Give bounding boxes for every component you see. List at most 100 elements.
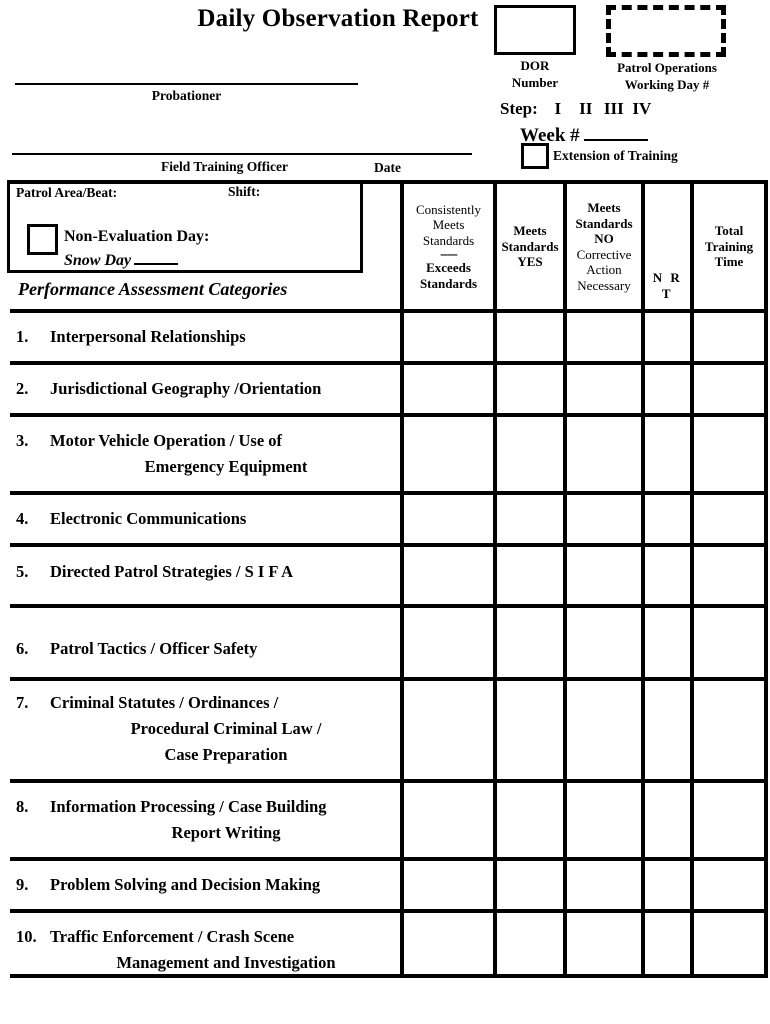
cell-r6-c5[interactable]: [694, 608, 764, 677]
row-5-number: 5.: [16, 562, 29, 581]
cell-r10-c4[interactable]: [645, 913, 690, 974]
row-1-number: 1.: [16, 327, 29, 346]
row-2-line-1: Jurisdictional Geography /Orientation: [50, 379, 322, 398]
cell-r5-c5[interactable]: [694, 547, 764, 604]
cell-r6-c2[interactable]: [497, 608, 563, 677]
cell-r4-c4[interactable]: [645, 495, 690, 543]
cell-r2-c3[interactable]: [567, 365, 641, 413]
cell-r3-c3[interactable]: [567, 417, 641, 491]
col4-line1: N R T: [652, 270, 683, 301]
cell-r9-c2[interactable]: [497, 861, 563, 909]
week-number-blank[interactable]: [583, 124, 648, 141]
cell-r3-c4[interactable]: [645, 417, 690, 491]
cell-r10-c3[interactable]: [567, 913, 641, 974]
step-option-ii[interactable]: II: [572, 99, 600, 119]
extension-of-training-label: Extension of Training: [553, 148, 678, 163]
cell-r8-c2[interactable]: [497, 783, 563, 857]
cell-r3-c1[interactable]: [404, 417, 493, 491]
dor-caption-line2: Number: [511, 75, 559, 90]
row-2-number: 2.: [16, 379, 29, 398]
cell-r7-c2[interactable]: [497, 681, 563, 779]
row-4-number: 4.: [16, 509, 29, 528]
row-3-line-1: Motor Vehicle Operation / Use of: [50, 431, 283, 450]
cell-r4-c5[interactable]: [694, 495, 764, 543]
table-row-3-label: 3. Motor Vehicle Operation / Use of Emerg…: [16, 428, 406, 480]
cell-r6-c3[interactable]: [567, 608, 641, 677]
cell-r8-c4[interactable]: [645, 783, 690, 857]
row-1-line-1: Interpersonal Relationships: [50, 327, 246, 346]
cell-r1-c1[interactable]: [404, 313, 493, 361]
cell-r10-c5[interactable]: [694, 913, 764, 974]
patrol-operations-working-day-box[interactable]: [606, 5, 726, 57]
field-training-officer-signature-line[interactable]: [12, 153, 472, 155]
col3-line1: Meets: [587, 200, 621, 215]
cell-r8-c3[interactable]: [567, 783, 641, 857]
row-6-line-1: Patrol Tactics / Officer Safety: [50, 639, 258, 658]
cell-r8-c5[interactable]: [694, 783, 764, 857]
cell-r10-c1[interactable]: [404, 913, 493, 974]
patrol-ops-caption-line1: Patrol Operations: [617, 60, 717, 75]
cell-r4-c3[interactable]: [567, 495, 641, 543]
col3-line5: Action: [586, 262, 622, 277]
cell-r7-c1[interactable]: [404, 681, 493, 779]
step-option-i[interactable]: I: [544, 99, 572, 119]
cell-r9-c4[interactable]: [645, 861, 690, 909]
row-10-line-2: Management and Investigation: [116, 953, 336, 972]
col5-line3: Time: [714, 254, 744, 270]
table-row-9-label: 9. Problem Solving and Decision Making: [16, 872, 406, 898]
cell-r8-c1[interactable]: [404, 783, 493, 857]
cell-r4-c1[interactable]: [404, 495, 493, 543]
cell-r3-c5[interactable]: [694, 417, 764, 491]
step-option-iii[interactable]: III: [600, 99, 628, 119]
dor-number-box[interactable]: [494, 5, 576, 55]
cell-r5-c1[interactable]: [404, 547, 493, 604]
column-header-meets-standards-no-corrective-action: Meets Standards NO Corrective Action Nec…: [567, 184, 641, 309]
cell-r6-c1[interactable]: [404, 608, 493, 677]
cell-r9-c5[interactable]: [694, 861, 764, 909]
cell-r5-c4[interactable]: [645, 547, 690, 604]
row-7-line-1: Criminal Statutes / Ordinances /: [50, 693, 279, 712]
cell-r1-c5[interactable]: [694, 313, 764, 361]
column-header-total-training-time: Total Training Time: [694, 184, 764, 309]
col5-line1: Total: [714, 223, 744, 239]
patrol-ops-caption-line2: Working Day #: [624, 77, 710, 92]
extension-of-training-checkbox[interactable]: [521, 143, 549, 169]
row-6-number: 6.: [16, 639, 29, 658]
cell-r9-c3[interactable]: [567, 861, 641, 909]
probationer-signature-line[interactable]: [15, 83, 358, 85]
cell-r10-c2[interactable]: [497, 913, 563, 974]
row-10-number: 10.: [16, 927, 37, 946]
col3-line2: Standards: [575, 215, 633, 231]
cell-r9-c1[interactable]: [404, 861, 493, 909]
column-header-nrt: N R T: [645, 184, 690, 309]
cell-r2-c4[interactable]: [645, 365, 690, 413]
col1-line2: Meets: [432, 217, 465, 233]
cell-r2-c2[interactable]: [497, 365, 563, 413]
table-row-5-label: 5. Directed Patrol Strategies / S I F A: [16, 559, 406, 585]
row-3-line-2: Emergency Equipment: [144, 457, 308, 476]
cell-r3-c2[interactable]: [497, 417, 563, 491]
table-row-1-label: 1. Interpersonal Relationships: [16, 324, 406, 350]
table-row-6-label: 6. Patrol Tactics / Officer Safety: [16, 636, 406, 662]
cell-r5-c2[interactable]: [497, 547, 563, 604]
col1-separator: -----: [440, 246, 458, 262]
cell-r2-c5[interactable]: [694, 365, 764, 413]
cell-r7-c5[interactable]: [694, 681, 764, 779]
cell-r2-c1[interactable]: [404, 365, 493, 413]
row-3-number: 3.: [16, 431, 29, 450]
col1-line5: Standards: [419, 275, 478, 291]
cell-r1-c3[interactable]: [567, 313, 641, 361]
step-option-iv[interactable]: IV: [628, 99, 656, 119]
table-row-7-label: 7. Criminal Statutes / Ordinances / Proce…: [16, 690, 406, 768]
dor-number-caption: DOR Number: [494, 57, 576, 91]
row-9-line-1: Problem Solving and Decision Making: [50, 875, 321, 894]
cell-r7-c3[interactable]: [567, 681, 641, 779]
col2-line1: Meets: [513, 223, 547, 239]
cell-r7-c4[interactable]: [645, 681, 690, 779]
cell-r6-c4[interactable]: [645, 608, 690, 677]
cell-r5-c3[interactable]: [567, 547, 641, 604]
cell-r1-c4[interactable]: [645, 313, 690, 361]
cell-r4-c2[interactable]: [497, 495, 563, 543]
cell-r1-c2[interactable]: [497, 313, 563, 361]
row-7-line-2: Procedural Criminal Law /: [130, 719, 322, 738]
